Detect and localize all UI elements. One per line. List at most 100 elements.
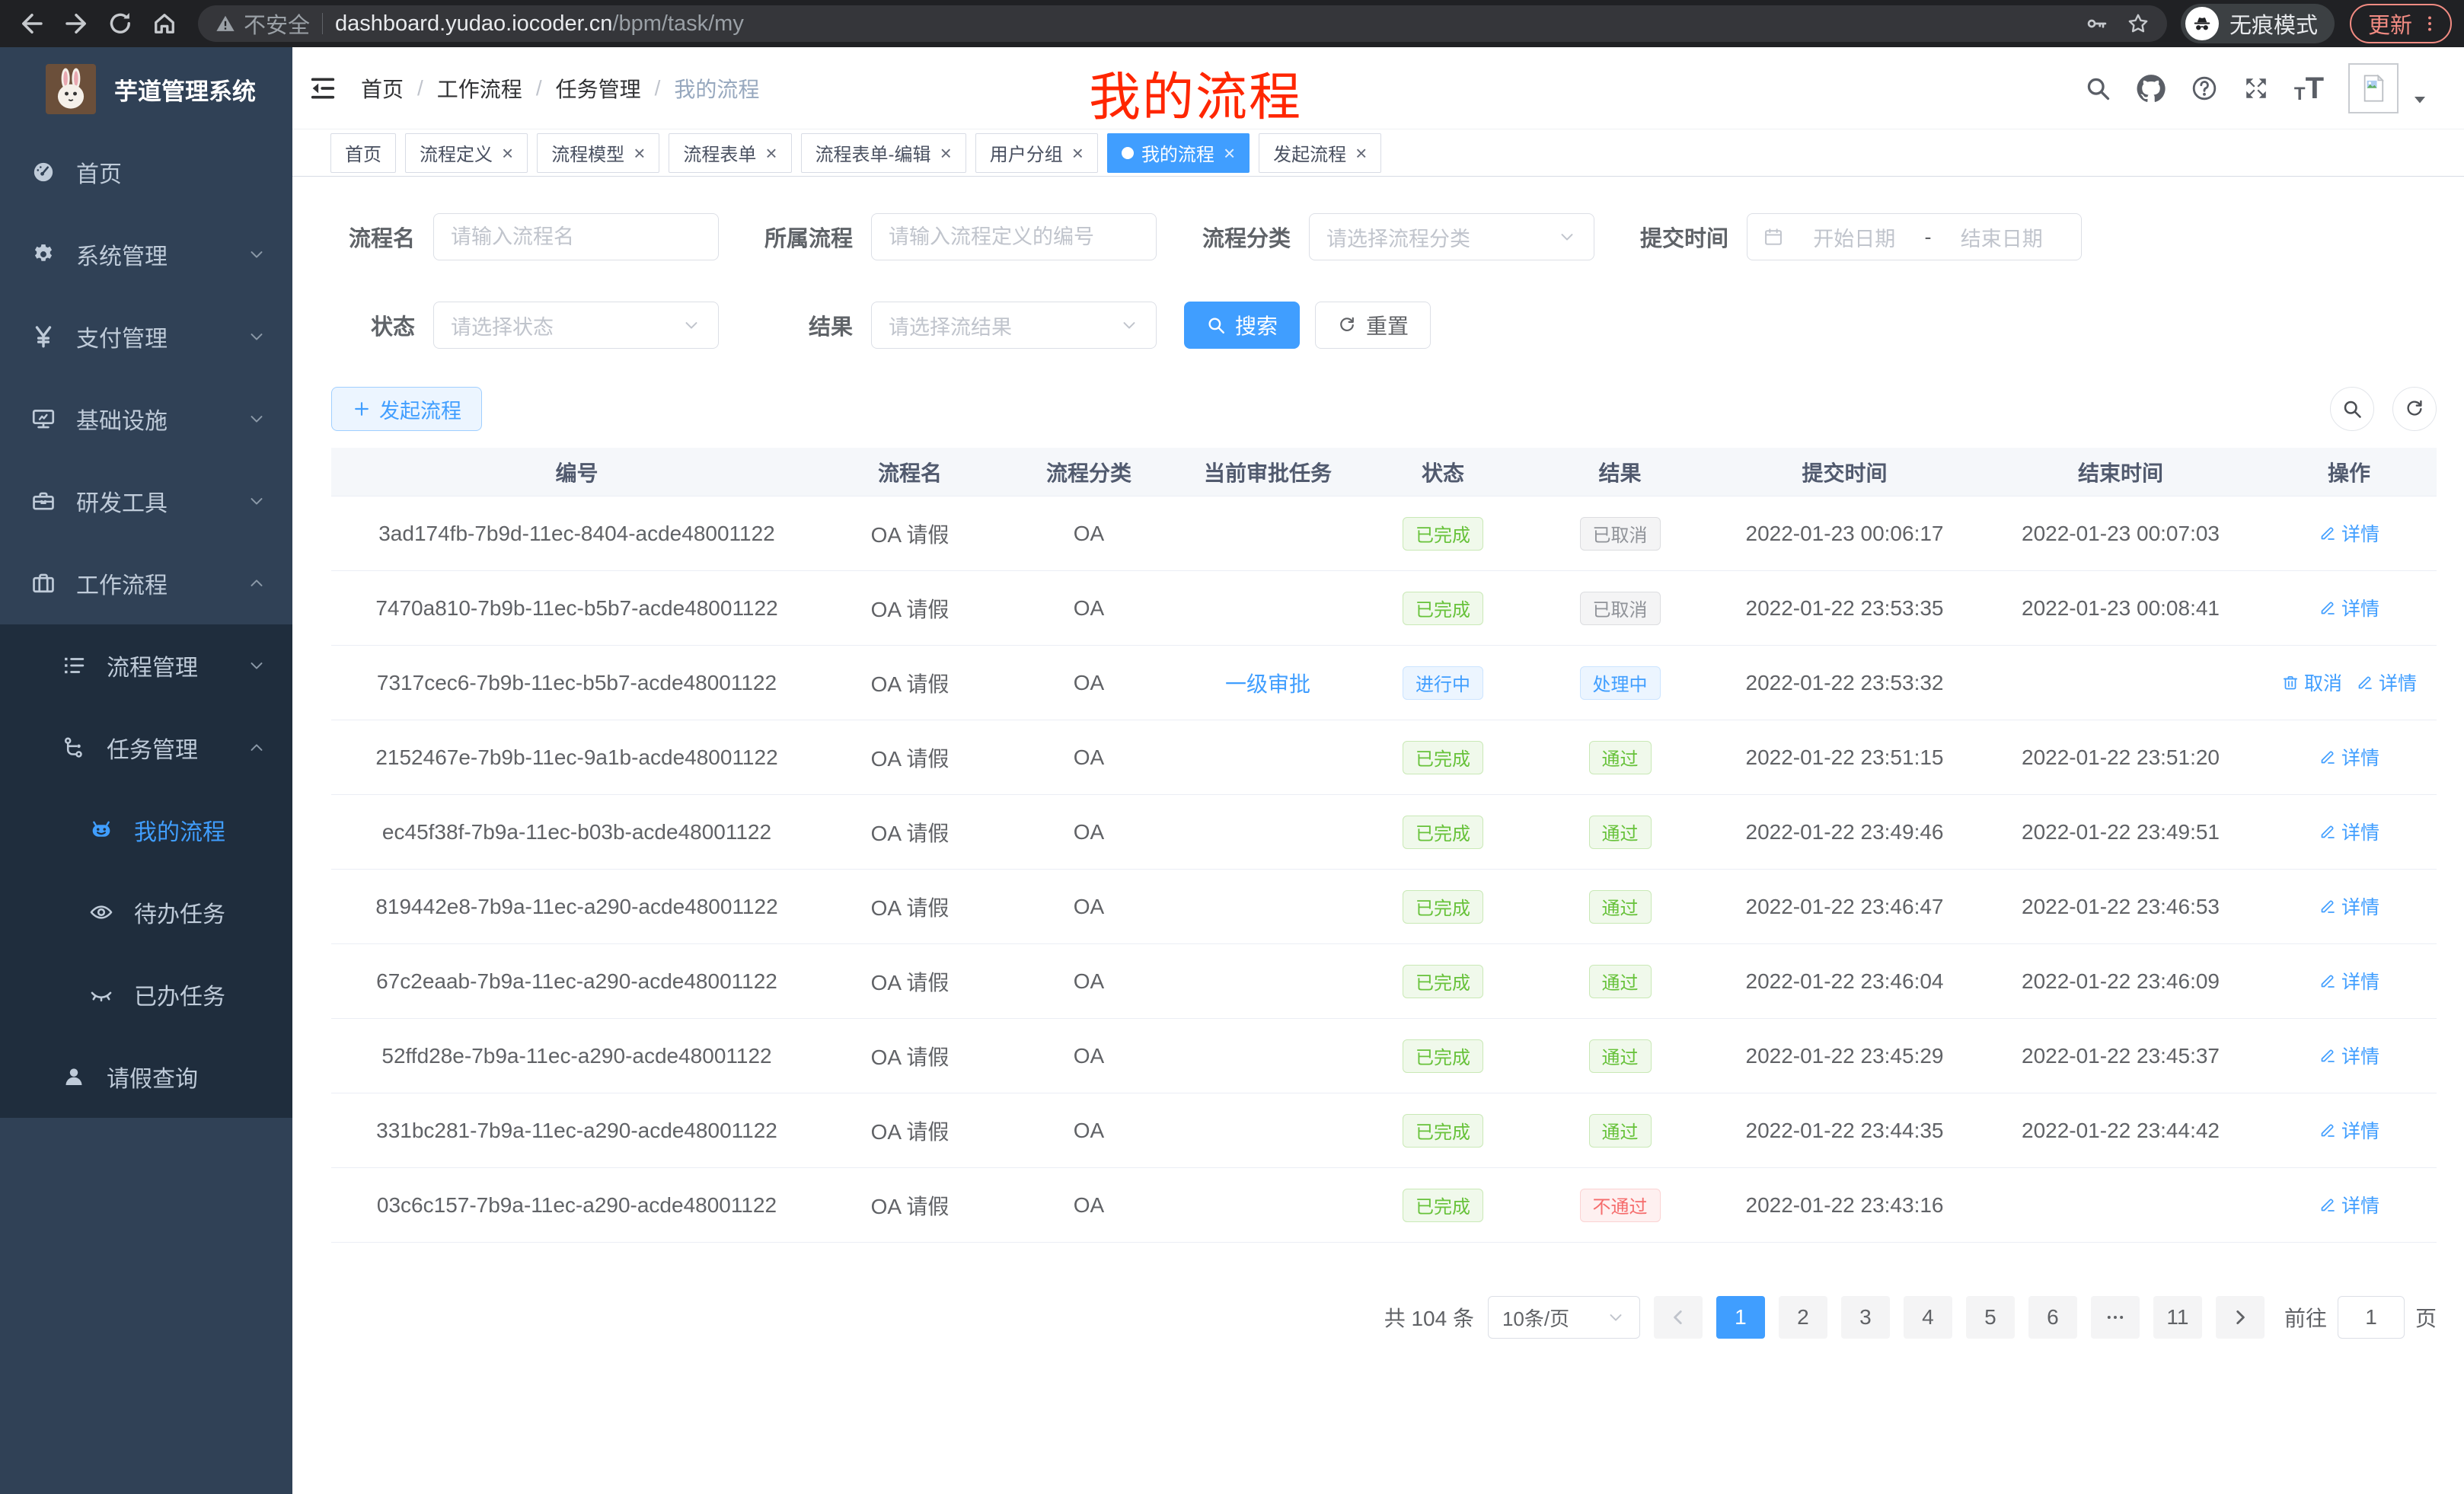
goto-page-input[interactable]	[2338, 1296, 2405, 1339]
close-tab-icon[interactable]: ×	[502, 143, 513, 163]
search-icon	[1206, 315, 1226, 335]
page-5-button[interactable]: 5	[1966, 1296, 2015, 1339]
close-tab-icon[interactable]: ×	[1355, 143, 1367, 163]
process-definition-input[interactable]	[889, 225, 1139, 249]
start-process-button[interactable]: 发起流程	[331, 387, 482, 431]
status-select-placeholder: 请选择状态	[451, 311, 554, 340]
bookmark-star-icon[interactable]	[2126, 11, 2150, 36]
page-1-button[interactable]: 1	[1716, 1296, 1765, 1339]
tab-process-definition[interactable]: 流程定义×	[405, 133, 528, 173]
date-range-picker[interactable]: 开始日期 - 结束日期	[1747, 213, 2082, 260]
detail-link[interactable]: 详情	[2319, 1042, 2379, 1069]
sidebar-item-home[interactable]: 首页	[0, 131, 292, 213]
sidebar-item-label: 支付管理	[76, 320, 168, 353]
page-6-button[interactable]: 6	[2028, 1296, 2077, 1339]
process-name-input[interactable]	[451, 225, 701, 249]
sidebar-item-workflow[interactable]: 工作流程	[0, 542, 292, 624]
result-select[interactable]: 请选择流结果	[871, 302, 1157, 349]
avatar[interactable]	[2348, 63, 2399, 113]
sidebar-item-process-mgmt[interactable]: 流程管理	[0, 624, 292, 707]
status-select[interactable]: 请选择状态	[433, 302, 719, 349]
detail-link[interactable]: 详情	[2319, 1116, 2379, 1144]
browser-menu-icon[interactable]	[2420, 14, 2440, 34]
cancel-link[interactable]: 取消	[2281, 669, 2342, 696]
tab-my-process[interactable]: 我的流程×	[1107, 133, 1250, 173]
table-row: 52ffd28e-7b9a-11ec-a290-acde48001122OA 请…	[331, 1019, 2437, 1093]
close-tab-icon[interactable]: ×	[765, 143, 777, 163]
page-11-button[interactable]: 11	[2153, 1296, 2202, 1339]
page-2-button[interactable]: 2	[1779, 1296, 1827, 1339]
browser-reload-icon[interactable]	[107, 10, 134, 37]
prev-page-button[interactable]	[1654, 1296, 1703, 1339]
result-select-placeholder: 请选择流结果	[889, 311, 1012, 340]
sidebar-item-leave-query[interactable]: 请假查询	[0, 1036, 292, 1118]
detail-link[interactable]: 详情	[2319, 818, 2379, 845]
sidebar-item-infra[interactable]: 基础设施	[0, 378, 292, 460]
github-icon[interactable]	[2136, 73, 2166, 104]
detail-link[interactable]: 详情	[2319, 892, 2379, 920]
detail-link[interactable]: 详情	[2319, 743, 2379, 771]
detail-link[interactable]: 详情	[2356, 669, 2417, 696]
font-size-icon[interactable]: TT	[2294, 73, 2324, 104]
help-icon[interactable]	[2191, 75, 2218, 102]
page-3-button[interactable]: 3	[1841, 1296, 1890, 1339]
task-link[interactable]: 一级审批	[1225, 672, 1310, 696]
breadcrumb-home[interactable]: 首页	[361, 73, 404, 104]
tab-home[interactable]: 首页	[330, 133, 396, 173]
browser-back-icon[interactable]	[18, 10, 46, 37]
sidebar-item-system[interactable]: 系统管理	[0, 213, 292, 295]
share-nodes-icon	[61, 735, 87, 761]
password-key-icon[interactable]	[2085, 11, 2109, 36]
page-size-select[interactable]: 10条/页	[1488, 1296, 1640, 1339]
sidebar-item-todo-tasks[interactable]: 待办任务	[0, 871, 292, 953]
tab-process-model[interactable]: 流程模型×	[537, 133, 659, 173]
monitor-icon	[30, 406, 56, 432]
browser-update-button[interactable]: 更新	[2350, 4, 2452, 43]
breadcrumb-workflow[interactable]: 工作流程	[437, 73, 522, 104]
search-button[interactable]: 搜索	[1184, 302, 1300, 349]
next-page-button[interactable]	[2216, 1296, 2265, 1339]
cell-result: 通过	[1530, 1039, 1709, 1073]
collapse-sidebar-icon[interactable]	[308, 73, 338, 104]
app-logo[interactable]: 芋道管理系统	[0, 47, 292, 131]
tab-user-group[interactable]: 用户分组×	[975, 133, 1098, 173]
close-tab-icon[interactable]: ×	[634, 143, 645, 163]
toolbox-icon	[30, 488, 56, 514]
refresh-table-button[interactable]	[2392, 387, 2437, 431]
sidebar-item-my-process[interactable]: 我的流程	[0, 789, 292, 871]
detail-link[interactable]: 详情	[2319, 594, 2379, 621]
fullscreen-icon[interactable]	[2242, 75, 2270, 102]
list-tree-icon	[61, 653, 87, 678]
close-tab-icon[interactable]: ×	[1072, 143, 1084, 163]
tab-process-form-edit[interactable]: 流程表单-编辑×	[801, 133, 966, 173]
detail-link[interactable]: 详情	[2319, 1191, 2379, 1218]
reset-button[interactable]: 重置	[1315, 302, 1431, 349]
tab-start-process[interactable]: 发起流程×	[1259, 133, 1381, 173]
page-4-button[interactable]: 4	[1904, 1296, 1952, 1339]
detail-link[interactable]: 详情	[2319, 967, 2379, 994]
breadcrumb-task-mgmt[interactable]: 任务管理	[556, 73, 641, 104]
avatar-caret-icon[interactable]	[2411, 91, 2429, 109]
table-toolbar: 发起流程	[331, 387, 2437, 431]
search-icon[interactable]	[2084, 75, 2111, 102]
close-tab-icon[interactable]: ×	[940, 143, 952, 163]
cell-id: 52ffd28e-7b9a-11ec-a290-acde48001122	[331, 1044, 822, 1068]
sidebar-item-task-mgmt[interactable]: 任务管理	[0, 707, 292, 789]
detail-link[interactable]: 详情	[2319, 519, 2379, 547]
status-badge: 已完成	[1403, 890, 1483, 924]
cell-result: 通过	[1530, 890, 1709, 924]
browser-forward-icon[interactable]	[62, 10, 90, 37]
sidebar-item-done-tasks[interactable]: 已办任务	[0, 953, 292, 1036]
cell-name: OA 请假	[822, 1190, 997, 1221]
category-select[interactable]: 请选择流程分类	[1309, 213, 1594, 260]
sidebar-item-payment[interactable]: 支付管理	[0, 295, 292, 378]
filter-name: 流程名	[331, 213, 719, 260]
page-more-button[interactable]	[2091, 1296, 2140, 1339]
show-search-button[interactable]	[2330, 387, 2374, 431]
tab-process-form[interactable]: 流程表单×	[669, 133, 791, 173]
close-tab-icon[interactable]: ×	[1224, 143, 1235, 163]
browser-home-icon[interactable]	[151, 10, 178, 37]
address-bar[interactable]: 不安全 dashboard.yudao.iocoder.cn/bpm/task/…	[198, 5, 2167, 42]
cell-category: OA	[997, 1193, 1180, 1218]
sidebar-item-devtools[interactable]: 研发工具	[0, 460, 292, 542]
